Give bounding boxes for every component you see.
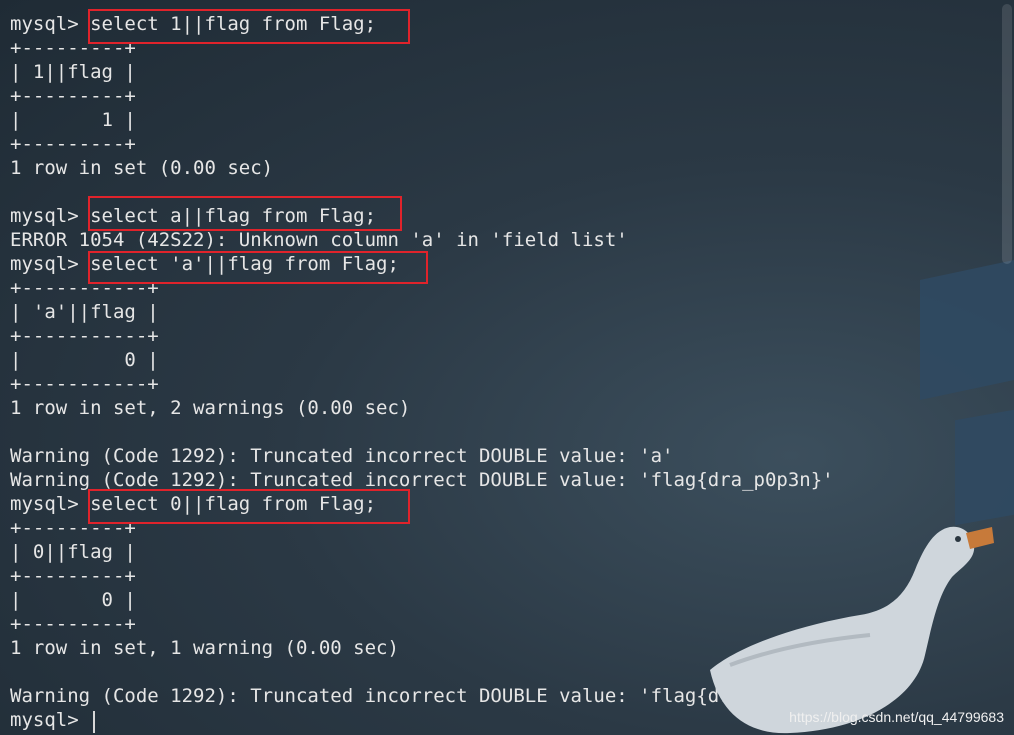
terminal-line-table-row: | 0 | xyxy=(10,589,136,611)
terminal-line-table-border: +---------+ xyxy=(10,133,136,155)
terminal-prompt[interactable]: mysql> xyxy=(10,708,90,732)
terminal-line-result-summary: 1 row in set (0.00 sec) xyxy=(10,157,274,179)
terminal-line-table-border: +---------+ xyxy=(10,565,136,587)
command-highlight-box xyxy=(88,9,410,44)
goose-illustration xyxy=(710,526,994,734)
command-highlight-box xyxy=(88,489,410,524)
terminal-line-table-header: | 0||flag | xyxy=(10,541,136,563)
terminal-line-result-summary: 1 row in set, 1 warning (0.00 sec) xyxy=(10,637,399,659)
terminal-line-table-border: +-----------+ xyxy=(10,325,159,347)
terminal-line-table-header: | 'a'||flag | xyxy=(10,301,159,323)
terminal-cursor xyxy=(93,711,95,733)
terminal-line-table-border: +-----------+ xyxy=(10,373,159,395)
command-highlight-box xyxy=(88,251,428,284)
terminal-line-table-border: +---------+ xyxy=(10,613,136,635)
scrollbar-thumb[interactable] xyxy=(1002,4,1012,264)
terminal-line-result-summary: 1 row in set, 2 warnings (0.00 sec) xyxy=(10,397,411,419)
terminal-line-error: ERROR 1054 (42S22): Unknown column 'a' i… xyxy=(10,229,628,251)
terminal-line-table-border: +---------+ xyxy=(10,85,136,107)
terminal-line-table-row: | 0 | xyxy=(10,349,159,371)
terminal-line-table-row: | 1 | xyxy=(10,109,136,131)
terminal-line-warning: Warning (Code 1292): Truncated incorrect… xyxy=(10,445,674,467)
command-highlight-box xyxy=(88,196,402,231)
scrollbar[interactable] xyxy=(1000,0,1014,735)
watermark-url: https://blog.csdn.net/qq_44799683 xyxy=(789,709,1004,725)
terminal-line-table-header: | 1||flag | xyxy=(10,61,136,83)
